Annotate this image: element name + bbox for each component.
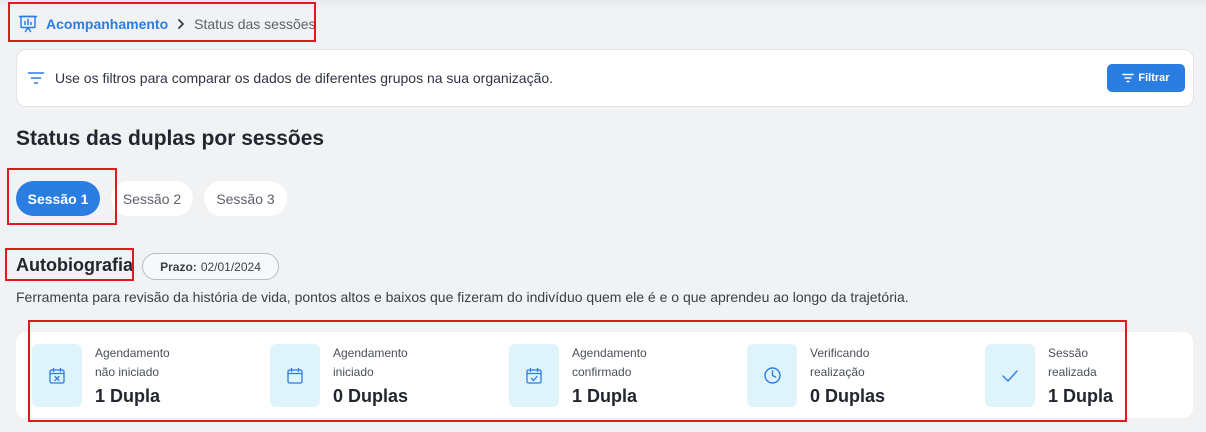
deadline-label: Prazo: xyxy=(160,259,197,274)
filter-button-label: Filtrar xyxy=(1138,72,1170,84)
filter-icon xyxy=(27,71,45,85)
filter-bar: Use os filtros para comparar os dados de… xyxy=(16,49,1194,107)
status-card-realizada[interactable]: Sessão realizada 1 Dupla xyxy=(969,332,1191,418)
filter-button[interactable]: Filtrar xyxy=(1107,64,1185,92)
tool-description: Ferramenta para revisão da história de v… xyxy=(16,289,909,305)
status-card-iniciado[interactable]: Agendamento iniciado 0 Duplas xyxy=(254,332,476,418)
calendar-icon xyxy=(270,344,320,407)
tab-sessao-3[interactable]: Sessão 3 xyxy=(204,181,287,216)
breadcrumb: Acompanhamento Status das sessões xyxy=(18,13,316,35)
tab-sessao-2[interactable]: Sessão 2 xyxy=(111,181,193,216)
status-card-value: 1 Dupla xyxy=(95,386,161,406)
status-card-label: Agendamento iniciado xyxy=(333,346,408,379)
deadline-value: 02/01/2024 xyxy=(200,259,261,274)
chevron-right-icon xyxy=(176,18,186,30)
status-card-value: 0 Duplas xyxy=(810,386,886,406)
clock-icon xyxy=(747,344,797,407)
breadcrumb-link-acompanhamento[interactable]: Acompanhamento xyxy=(46,16,168,32)
filter-hint: Use os filtros para comparar os dados de… xyxy=(55,70,554,86)
calendar-check-icon xyxy=(509,344,559,407)
filter-button-icon xyxy=(1122,73,1135,83)
page-title: Status das duplas por sessões xyxy=(16,127,325,150)
calendar-x-icon xyxy=(32,344,82,407)
check-icon xyxy=(985,344,1035,407)
status-card-value: 0 Duplas xyxy=(333,386,409,406)
tab-sessao-1[interactable]: Sessão 1 xyxy=(16,181,100,216)
tool-title: Autobiografia xyxy=(16,255,133,275)
status-card-verificando[interactable]: Verificando realização 0 Duplas xyxy=(731,332,953,418)
status-card-label: Verificando realização xyxy=(810,346,870,379)
status-card-label: Agendamento não iniciado xyxy=(95,346,170,379)
status-card-value: 1 Dupla xyxy=(572,386,638,406)
presentation-chart-icon xyxy=(18,14,38,34)
status-card-value: 1 Dupla xyxy=(1048,386,1114,406)
status-card-nao-iniciado[interactable]: Agendamento não iniciado 1 Dupla xyxy=(16,332,238,418)
breadcrumb-current: Status das sessões xyxy=(194,16,316,32)
status-card-label: Sessão realizada xyxy=(1048,346,1097,379)
deadline-badge: Prazo: 02/01/2024 xyxy=(142,253,279,280)
top-shadow xyxy=(0,0,1206,10)
status-card-label: Agendamento confirmado xyxy=(572,346,647,379)
status-card-confirmado[interactable]: Agendamento confirmado 1 Dupla xyxy=(493,332,715,418)
